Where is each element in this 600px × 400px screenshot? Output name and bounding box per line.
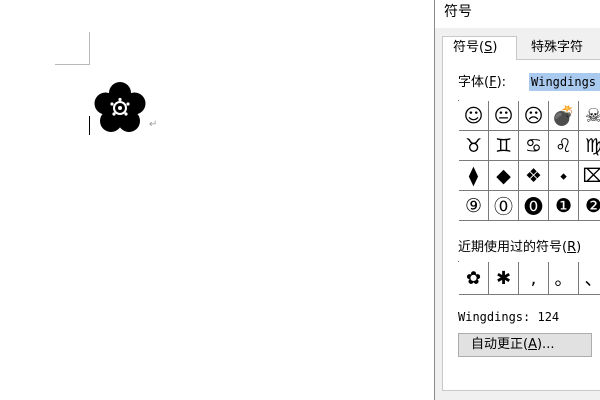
paragraph-mark: ↵	[149, 119, 158, 130]
recent-symbol-cell[interactable]: ,	[519, 262, 549, 295]
dialog-titlebar[interactable]: 符号	[435, 0, 600, 28]
dialog-title: 符号	[444, 4, 472, 20]
font-label: 字体(F):	[458, 75, 507, 90]
symbol-cell[interactable]: ⓪	[489, 191, 519, 221]
symbol-cell[interactable]: ⧫	[459, 161, 489, 191]
symbol-cell[interactable]: 😐	[489, 101, 519, 131]
symbol-cell[interactable]: ❶	[549, 191, 579, 221]
symbol-cell[interactable]: ☺	[459, 101, 489, 131]
character-code-readout: Wingdings: 124	[458, 310, 560, 324]
symbol-cell[interactable]: ⬩	[549, 161, 579, 191]
symbol-cell[interactable]: ☠	[579, 101, 600, 131]
tab-symbols[interactable]: 符号(S)	[442, 36, 517, 60]
symbol-cell[interactable]: ♍	[579, 131, 600, 161]
recent-symbols: ✿ ✱ , 。 、	[458, 261, 600, 295]
tab-special-characters[interactable]: 特殊字符	[531, 40, 583, 56]
flower-symbol	[94, 82, 146, 132]
symbol-cell[interactable]: ◆	[489, 161, 519, 191]
recent-symbol-cell[interactable]: ✿	[459, 262, 489, 295]
recent-symbol-cell[interactable]: 、	[579, 262, 600, 295]
text-cursor	[89, 116, 90, 135]
symbol-cell[interactable]: ⑨	[459, 191, 489, 221]
symbol-cell[interactable]: 💣	[549, 101, 579, 131]
recent-symbol-cell[interactable]: 。	[549, 262, 579, 295]
symbol-cell[interactable]: ❷	[579, 191, 600, 221]
symbol-cell[interactable]: ♋	[519, 131, 549, 161]
recent-symbols-label: 近期使用过的符号(R)	[458, 240, 582, 255]
page-corner-marker	[55, 64, 90, 65]
document-area[interactable]: ↵	[0, 0, 436, 400]
symbol-cell[interactable]: ⌧	[579, 161, 600, 191]
symbol-cell[interactable]: ☹	[519, 101, 549, 131]
symbol-cell[interactable]: ♊	[489, 131, 519, 161]
symbol-cell[interactable]: ♉	[459, 131, 489, 161]
font-select[interactable]: Wingdings	[529, 73, 600, 91]
recent-symbol-cell[interactable]: ✱	[489, 262, 519, 295]
symbol-cell[interactable]: ⓿	[519, 191, 549, 221]
autocorrect-button[interactable]: 自动更正(A)...	[458, 333, 592, 357]
symbol-cell[interactable]: ♌	[549, 131, 579, 161]
symbol-dialog: 符号 符号(S) 特殊字符 字体(F): Wingdings ☺ 😐 ☹ 💣 ☠…	[434, 0, 600, 400]
page-corner-marker	[89, 32, 90, 65]
symbol-grid: ☺ 😐 ☹ 💣 ☠ ♉ ♊ ♋ ♌ ♍ ⧫ ◆ ❖ ⬩ ⌧ ⑨ ⓪ ⓿ ❶ ❷	[458, 100, 600, 221]
symbol-cell[interactable]: ❖	[519, 161, 549, 191]
